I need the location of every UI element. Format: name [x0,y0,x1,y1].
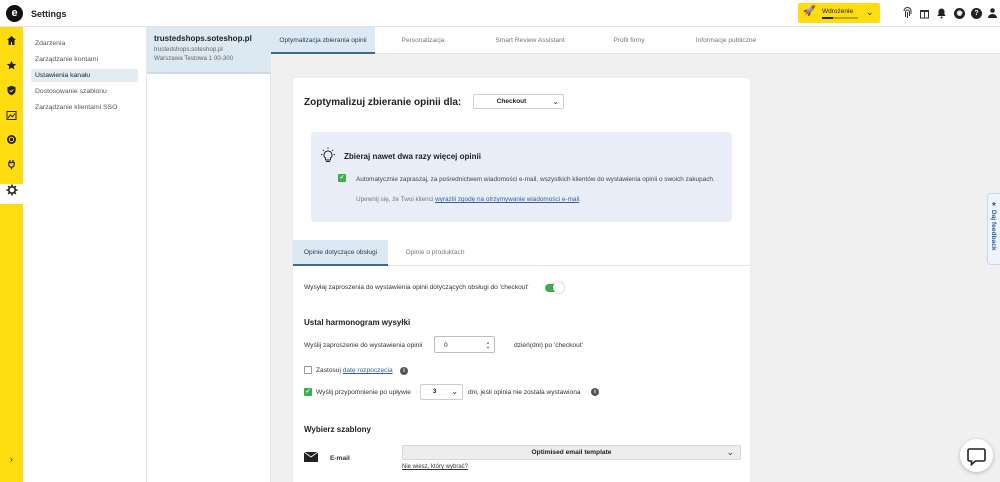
tab-company-profile[interactable]: Profil firmy [589,27,669,54]
gear-icon[interactable] [0,184,23,204]
days-after-input[interactable]: 0 ▲ ▼ [434,336,495,353]
chat-button[interactable] [960,439,993,472]
top-bar: e Settings 🚀 Wdrożenie ⌄ ◉ ? [0,0,1000,27]
feedback-label: ★ Daj feedback [990,200,997,251]
consent-note-prefix: Upewnij się, że Twoi klienci [356,196,436,203]
fingerprint-icon[interactable] [901,7,913,20]
review-badge-icon[interactable] [0,133,23,153]
shop-name: trustedshops.soteshop.pl [154,34,252,43]
user-avatar-icon[interactable] [986,7,998,20]
chevron-down-icon: ⌄ [552,97,559,106]
send-invite-label: Wyślij zaproszenie do wystawienia opinii [304,342,423,349]
shop-address: Warszawa Testowa 1 00-300 [154,54,234,62]
bell-icon[interactable] [935,7,947,20]
email-template-value: Optimised email template [531,449,612,456]
days-after-suffix: dzień(dni) po 'checkout' [514,342,583,349]
optimization-card: Zoptymalizuj zbieranie opinii dla: Check… [293,78,750,482]
lightbulb-icon [321,147,335,162]
shield-icon[interactable] [0,84,23,104]
schedule-title: Ustal harmonogram wysyłki [304,318,411,327]
reminder-label: Wyślij przypomnienie po upływie [316,389,411,396]
reminder-days-select[interactable]: 3 ⌄ [420,384,463,400]
auto-invite-text: Automatycznie zapraszaj, za pośrednictwe… [356,176,715,183]
tab-product-reviews[interactable]: Opinie o produktach [388,240,482,266]
deploy-label: Wdrożenie [822,8,854,15]
nav-item-sso-clients[interactable]: Zarządzanie klientami SSO [31,101,138,114]
template-help-link[interactable]: Nie wiesz, który wybrać? [402,464,468,470]
templates-title: Wybierz szablony [304,425,371,434]
tab-service-reviews[interactable]: Opinie dotyczące obsługi [293,240,388,266]
start-date-checkbox[interactable] [304,366,312,374]
settings-nav: Zdarzenia Zarządzanie kontami Ustawienia… [23,27,147,482]
shop-domain: trustedshops.soteshop.pl [154,46,223,53]
page-title: Settings [31,9,67,19]
reminder-checkbox[interactable]: ✓ [304,388,312,396]
event-select[interactable]: Checkout ⌄ [473,94,564,109]
main-rail: › [0,27,23,482]
more-reviews-banner: Zbieraj nawet dwa razy więcej opinii ✓ A… [311,132,732,222]
consent-note: Upewnij się, że Twoi klienci wyrazili zg… [356,196,581,203]
nav-item-channel-settings[interactable]: Ustawienia kanału [31,69,138,82]
user-icon[interactable]: ◉ [954,8,965,19]
service-invite-toggle[interactable] [545,282,564,293]
chart-icon[interactable] [0,109,23,129]
consent-note-suffix: . [579,196,582,203]
app-logo[interactable]: e [6,5,23,22]
deploy-button[interactable]: 🚀 Wdrożenie ⌄ [798,3,880,23]
envelope-icon [304,452,318,462]
optimize-heading: Zoptymalizuj zbieranie opinii dla: [304,97,462,108]
nav-item-template-customization[interactable]: Dostosowanie szablonu [31,85,138,98]
deploy-progress-bar [822,17,858,19]
email-label: E-mail [330,455,350,462]
shop-card[interactable]: trustedshops.soteshop.pl trustedshops.so… [147,27,271,74]
tab-review-optimization[interactable]: Optymalizacja zbierania opinii [271,27,375,54]
toggle-knob [553,282,564,293]
info-icon[interactable]: i [591,388,599,396]
consent-link[interactable]: wyrazili zgodę na otrzymywanie wiadomośc… [435,196,579,203]
chevron-down-icon: ⌄ [451,387,458,396]
help-icon[interactable]: ? [971,8,982,19]
stepper-arrows-icon[interactable]: ▲ ▼ [485,340,491,351]
service-invite-text: Wysyłaj zaproszenia do wystawienia opini… [304,284,529,291]
expand-rail-icon[interactable]: › [0,454,23,464]
feedback-tab[interactable]: ★ Daj feedback [987,193,1000,265]
deploy-progress-fill [822,17,833,19]
email-template-select[interactable]: Optimised email template ⌄ [402,445,741,460]
tab-smart-review-assistant[interactable]: Smart Review Assistant [471,27,589,54]
event-select-value: Checkout [496,98,527,105]
days-after-value: 0 [444,342,448,349]
star-icon[interactable] [0,59,23,79]
shop-panel: trustedshops.soteshop.pl trustedshops.so… [147,27,271,482]
plug-icon[interactable] [0,158,23,178]
nav-item-accounts[interactable]: Zarządzanie kontami [31,53,138,66]
chevron-down-icon: ⌄ [726,447,734,457]
auto-invite-checkbox[interactable]: ✓ [338,174,346,182]
main-content: Optymalizacja zbierania opinii Personali… [271,27,1000,482]
tab-bar: Optymalizacja zbierania opinii Personali… [271,27,1000,54]
review-type-tabs: Opinie dotyczące obsługi Opinie o produk… [293,240,750,266]
rocket-icon: 🚀 [803,6,816,17]
reminder-days-value: 3 [432,388,437,395]
info-icon[interactable]: i [400,367,408,375]
nav-item-events[interactable]: Zdarzenia [31,37,138,50]
start-date-label: Zastosuj datę rozpoczęcia [316,367,393,374]
gift-icon[interactable] [918,7,930,20]
start-date-prefix: Zastosuj [316,367,343,374]
banner-title: Zbieraj nawet dwa razy więcej opinii [344,152,481,161]
tab-personalization[interactable]: Personalizacja [375,27,471,54]
tab-public-information[interactable]: Informacje publiczne [669,27,783,54]
reminder-suffix: dni, jeśli opinia nie została wystawiona [468,389,581,396]
home-icon[interactable] [0,34,23,54]
chat-icon [967,448,986,467]
chevron-down-icon: ⌄ [866,7,874,17]
start-date-link[interactable]: datę rozpoczęcia [343,367,393,374]
